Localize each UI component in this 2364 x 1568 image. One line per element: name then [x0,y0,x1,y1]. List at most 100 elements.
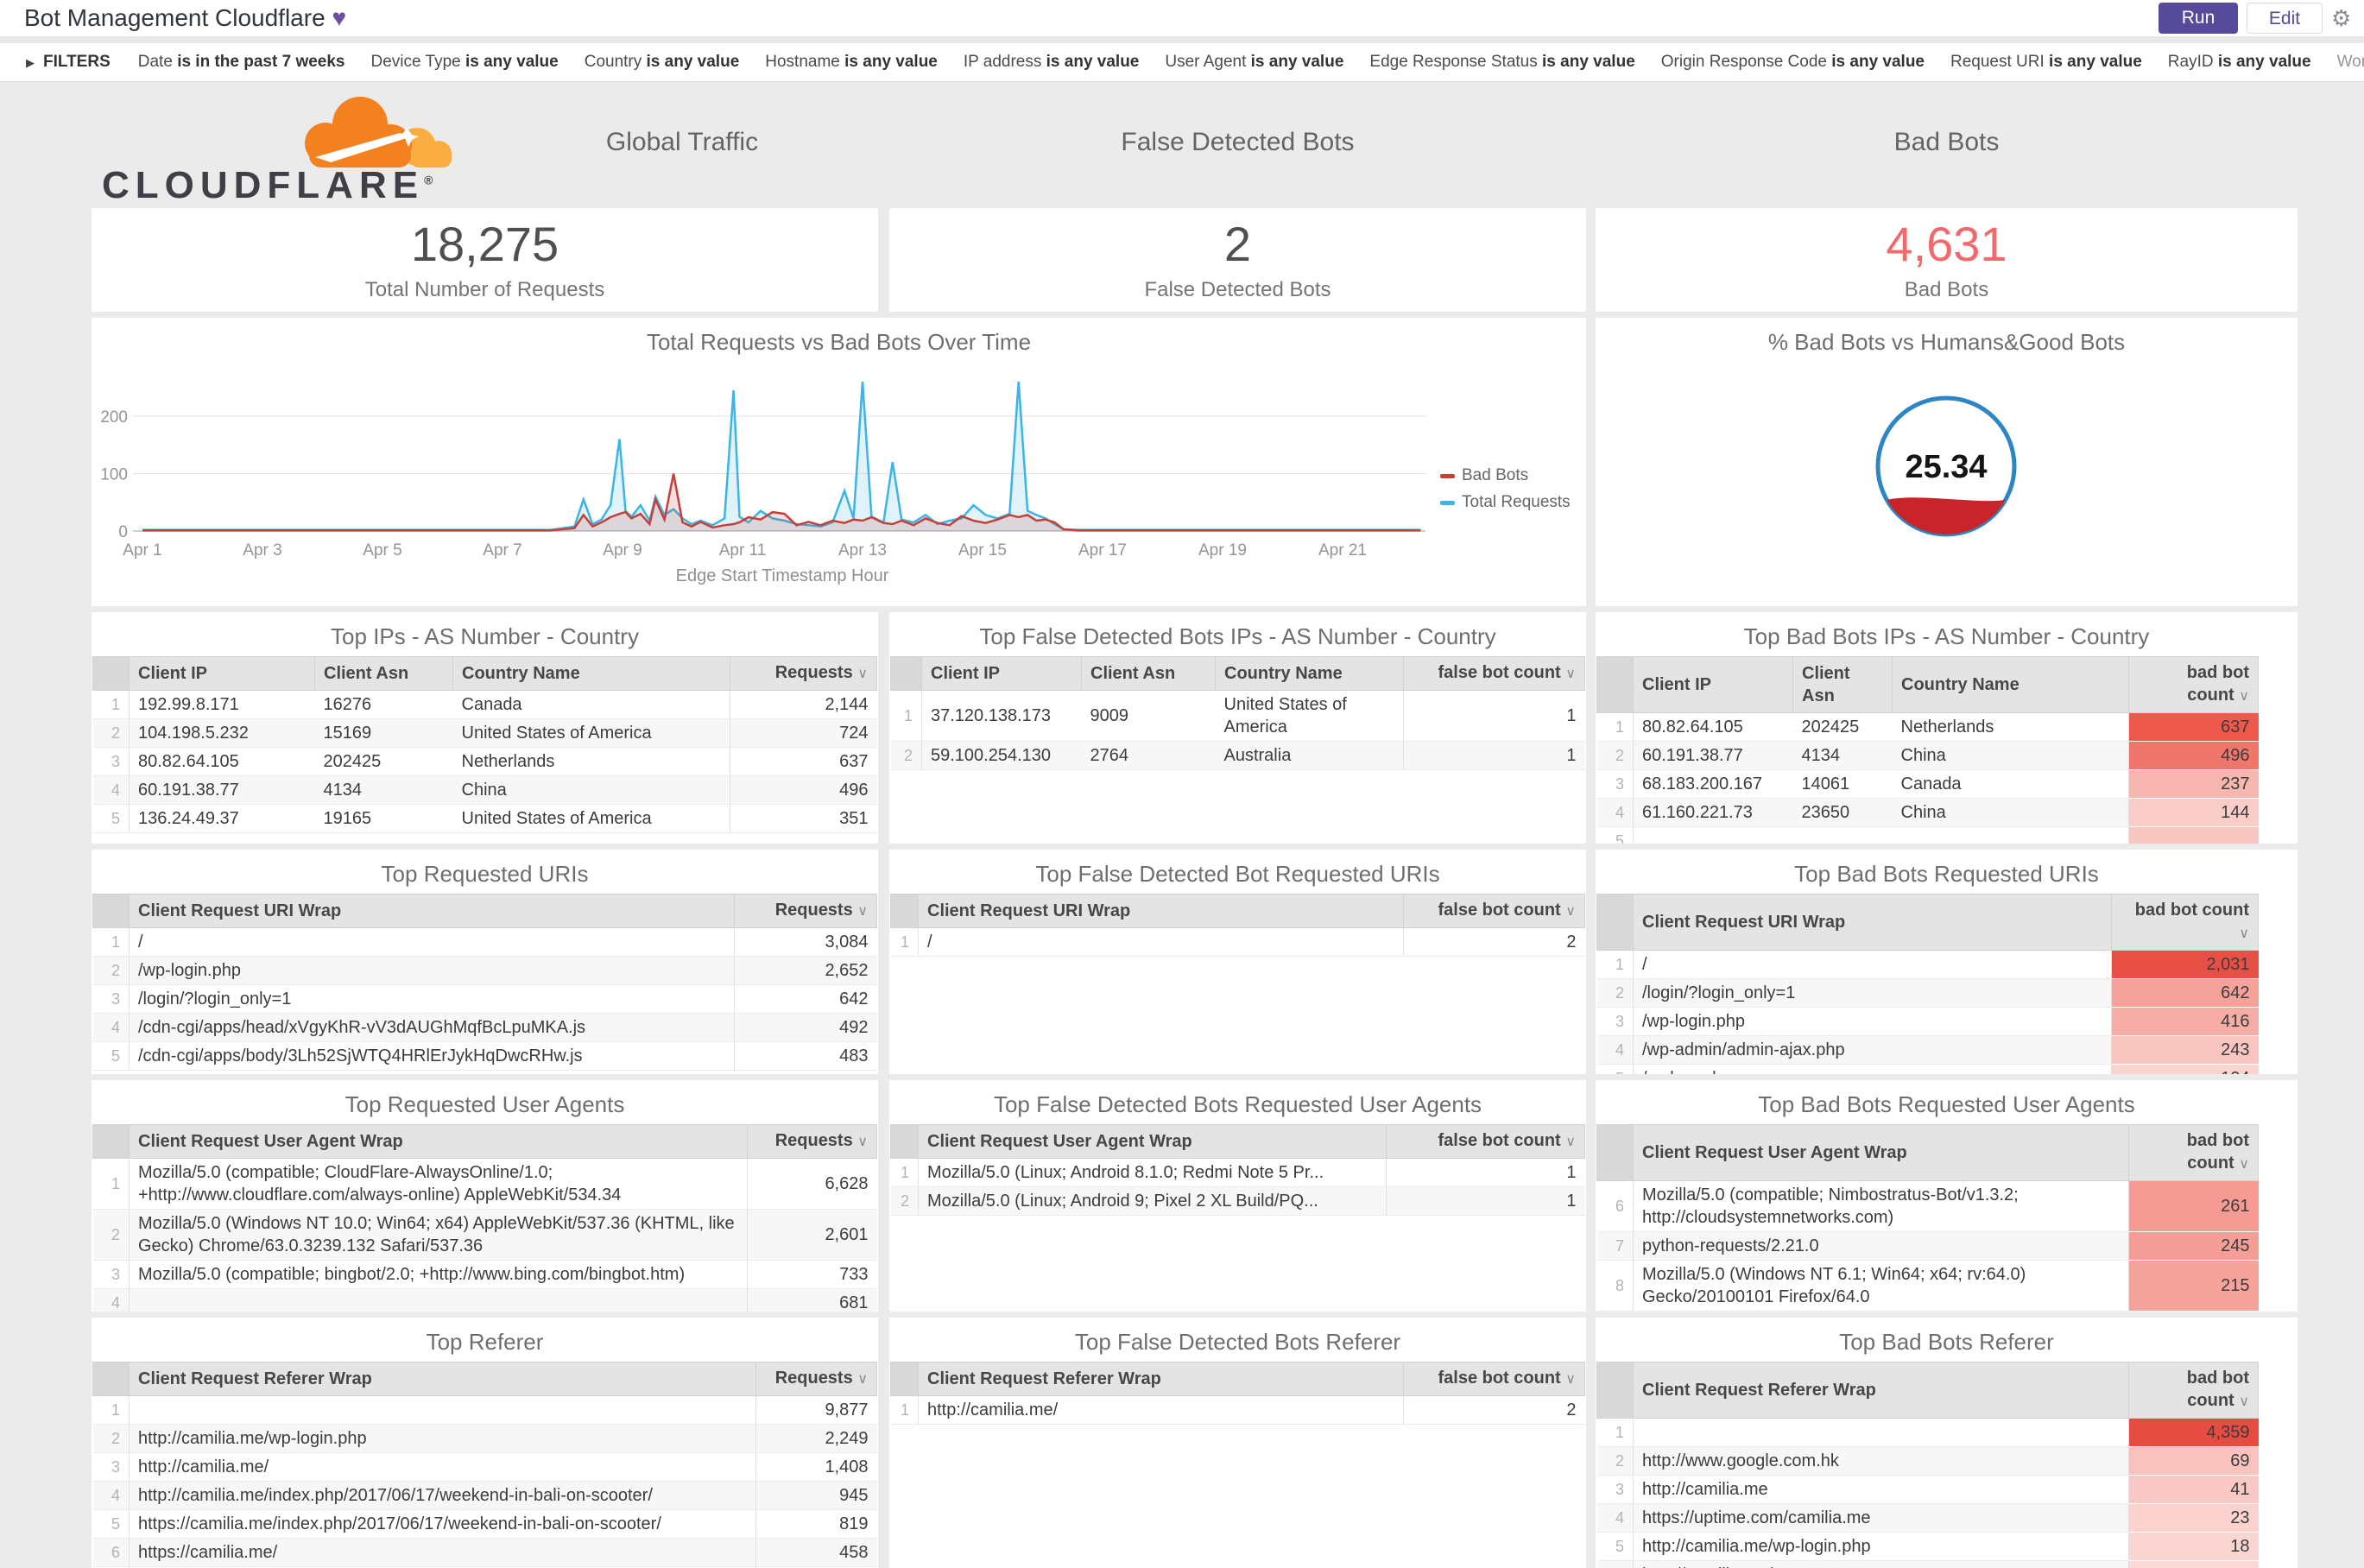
table-row[interactable]: 4 681 [92,1288,877,1312]
table-row[interactable]: 5 http://camilia.me/wp-login.php 18 [1596,1532,2259,1561]
table-row[interactable]: 7 python-requests/2.21.0 245 [1596,1231,2259,1261]
table-row[interactable]: 1/2 [890,927,1585,957]
table-row[interactable]: 5 [1596,826,2259,844]
table-row[interactable]: 1 http://camilia.me/2 [890,1395,1585,1425]
value-column-header[interactable]: bad bot count ∨ [2111,894,2259,951]
table-row[interactable]: 2 59.100.254.130 2764 Australia 1 [890,741,1585,770]
filter-chip-device-type[interactable]: Device Type is any value [371,53,559,72]
filter-chip-country[interactable]: Country is any value [585,53,740,72]
table-row[interactable]: 1 Mozilla/5.0 (Linux; Android 8.1.0; Redm… [890,1158,1585,1187]
value-column-header[interactable]: bad bot count ∨ [2128,1124,2259,1181]
table-row[interactable]: 3/wp-login.php 416 [1596,1007,2259,1036]
value-column-header[interactable]: Requests ∨ [730,656,877,691]
table-row[interactable]: 2 Mozilla/5.0 (Windows NT 10.0; Win64; x6… [92,1209,877,1261]
table-row[interactable]: 2/wp-login.php 2,652 [92,956,877,985]
table-row[interactable]: 5/xmlrpc.php124 [1596,1064,2259,1074]
legend-item-bad-bots[interactable]: Bad Bots [1440,466,1571,485]
table-row[interactable]: 6 Mozilla/5.0 (compatible; Nimbostratus-B… [1596,1180,2259,1232]
table-row[interactable]: 1/2,031 [1596,950,2259,979]
run-button[interactable]: Run [2159,3,2238,34]
value-cell: 458 [755,1538,877,1567]
column-header[interactable]: Client Asn [1792,656,1893,713]
table-row[interactable]: 5/cdn-cgi/apps/body/3Lh52SjWTQ4HRlErJykH… [92,1041,877,1071]
table-row[interactable]: 6http://camilia.me/11 [1596,1560,2259,1568]
table-row[interactable]: 2 http://www.google.com.hk 69 [1596,1446,2259,1476]
table-row[interactable]: 2 60.191.38.77 4134 China 496 [1596,741,2259,770]
table-row[interactable]: 4 http://camilia.me/index.php/2017/06/17/… [92,1481,877,1510]
column-header[interactable]: Client IP [1633,656,1793,713]
filter-chip-request-uri[interactable]: Request URI is any value [1950,53,2142,72]
table-row[interactable]: 3 http://camilia.me 41 [1596,1475,2259,1504]
filter-chip-ip-address[interactable]: IP address is any value [964,53,1140,72]
filter-chip-rayid[interactable]: RayID is any value [2168,53,2311,72]
table-row[interactable]: 2 http://camilia.me/wp-login.php 2,249 [92,1424,877,1453]
table-title: Top False Detected Bots Referer [1074,1329,1401,1355]
edit-button[interactable]: Edit [2247,3,2323,34]
value-column-header[interactable]: false bot count ∨ [1386,1124,1585,1159]
table-row[interactable]: 3 Mozilla/5.0 (compatible; bingbot/2.0; +… [92,1260,877,1289]
column-header[interactable]: Client Request User Agent Wrap [129,1124,748,1159]
table-row[interactable]: 1 37.120.138.173 9009 United States of Amer… [890,690,1585,742]
filter-chip-date[interactable]: Date is in the past 7 weeks [138,53,345,72]
column-header[interactable]: Country Name [1215,656,1404,691]
filter-chip-hostname[interactable]: Hostname is any value [765,53,938,72]
gear-icon[interactable]: ⚙ [2331,5,2351,32]
table-cell: 68.183.200.167 [1633,769,1793,799]
value-column-header[interactable]: Requests ∨ [734,894,877,928]
bad-bots-gauge[interactable]: 25.34 [1596,361,2298,594]
table-row[interactable]: 4 61.160.221.73 23650 China 144 [1596,798,2259,827]
value-column-header[interactable]: false bot count ∨ [1403,656,1585,691]
table-row[interactable]: 1 192.99.8.171 16276 Canada 2,144 [92,690,877,719]
column-header[interactable]: Client Request User Agent Wrap [1633,1124,2129,1181]
table-row[interactable]: 6 https://camilia.me/458 [92,1538,877,1567]
table-row[interactable]: 4 60.191.38.77 4134 China 496 [92,775,877,805]
table-row[interactable]: 1 9,877 [92,1395,877,1425]
column-header[interactable]: Client Asn [1081,656,1216,691]
column-header[interactable]: Client Request Referer Wrap [1633,1362,2129,1419]
table-row[interactable]: 1 80.82.64.105 202425 Netherlands 637 [1596,712,2259,742]
table-row[interactable]: 4/cdn-cgi/apps/head/xVgyKhR-vV3dAUGhMqfB… [92,1013,877,1042]
table-row[interactable]: 2 104.198.5.232 15169 United States of Amer… [92,718,877,748]
table-row[interactable]: 3 68.183.200.167 14061 Canada 237 [1596,769,2259,799]
column-header[interactable]: Client IP [921,656,1082,691]
value-column-header[interactable]: bad bot count ∨ [2128,1362,2259,1419]
column-header[interactable]: Client Request Referer Wrap [918,1362,1404,1396]
table-row[interactable]: 2 Mozilla/5.0 (Linux; Android 9; Pixel 2 … [890,1186,1585,1216]
table-row[interactable]: 1/3,084 [92,927,877,957]
filter-chip-user-agent[interactable]: User Agent is any value [1165,53,1343,72]
value-column-header[interactable]: bad bot count ∨ [2128,656,2259,713]
value-column-header[interactable]: Requests ∨ [747,1124,877,1159]
table-row[interactable]: 1 Mozilla/5.0 (compatible; CloudFlare-Alw… [92,1158,877,1210]
value-column-header[interactable]: false bot count ∨ [1403,1362,1585,1396]
card-top-bad-bot-referer: Top Bad Bots Referer Client Request Refer… [1596,1318,2298,1568]
row-number: 6 [1596,1560,1634,1568]
table-row[interactable]: 3 80.82.64.105 202425 Netherlands 637 [92,747,877,776]
column-header[interactable]: Client Request URI Wrap [918,894,1404,928]
table-row[interactable]: 8 Mozilla/5.0 (Windows NT 6.1; Win64; x64… [1596,1260,2259,1312]
legend-item-total-requests[interactable]: Total Requests [1440,493,1571,512]
filter-chip-edge-response-status[interactable]: Edge Response Status is any value [1369,53,1634,72]
table-row[interactable]: 5 136.24.49.37 19165 United States of Ameri… [92,804,877,833]
filter-chip-origin-response-code[interactable]: Origin Response Code is any value [1661,53,1925,72]
column-header[interactable]: Country Name [452,656,730,691]
table-row[interactable]: 4 https://uptime.com/camilia.me 23 [1596,1503,2259,1533]
table-row[interactable]: 3/login/?login_only=1 642 [92,984,877,1014]
table-row[interactable]: 3 http://camilia.me/1,408 [92,1452,877,1482]
filters-toggle[interactable]: ▶ FILTERS [26,53,111,72]
column-header[interactable]: Client Request User Agent Wrap [918,1124,1387,1159]
column-header[interactable]: Client Asn [314,656,453,691]
column-header[interactable]: Client IP [129,656,315,691]
table-row[interactable]: 5 https://camilia.me/index.php/2017/06/17… [92,1509,877,1539]
column-header[interactable]: Client Request URI Wrap [129,894,735,928]
value-column-header[interactable]: Requests ∨ [755,1362,877,1396]
table-row[interactable]: 1 4,359 [1596,1418,2259,1447]
column-header[interactable]: Client Request URI Wrap [1633,894,2112,951]
column-header[interactable]: Country Name [1892,656,2129,713]
table-row[interactable]: 2/login/?login_only=1 642 [1596,978,2259,1008]
timeseries-chart[interactable]: 0 100 200 Apr 1 Apr 3 Apr 5 Apr 7 Apr 9 Apr 11 Ap… [92,361,1586,564]
table-row[interactable]: 4/wp-admin/admin-ajax.php 243 [1596,1035,2259,1065]
value-column-header[interactable]: false bot count ∨ [1403,894,1585,928]
filter-chip-worker-subrequest[interactable]: Worker Subrequest is... [2337,53,2364,72]
column-header[interactable]: Client Request Referer Wrap [129,1362,756,1396]
series-area [142,473,1421,531]
